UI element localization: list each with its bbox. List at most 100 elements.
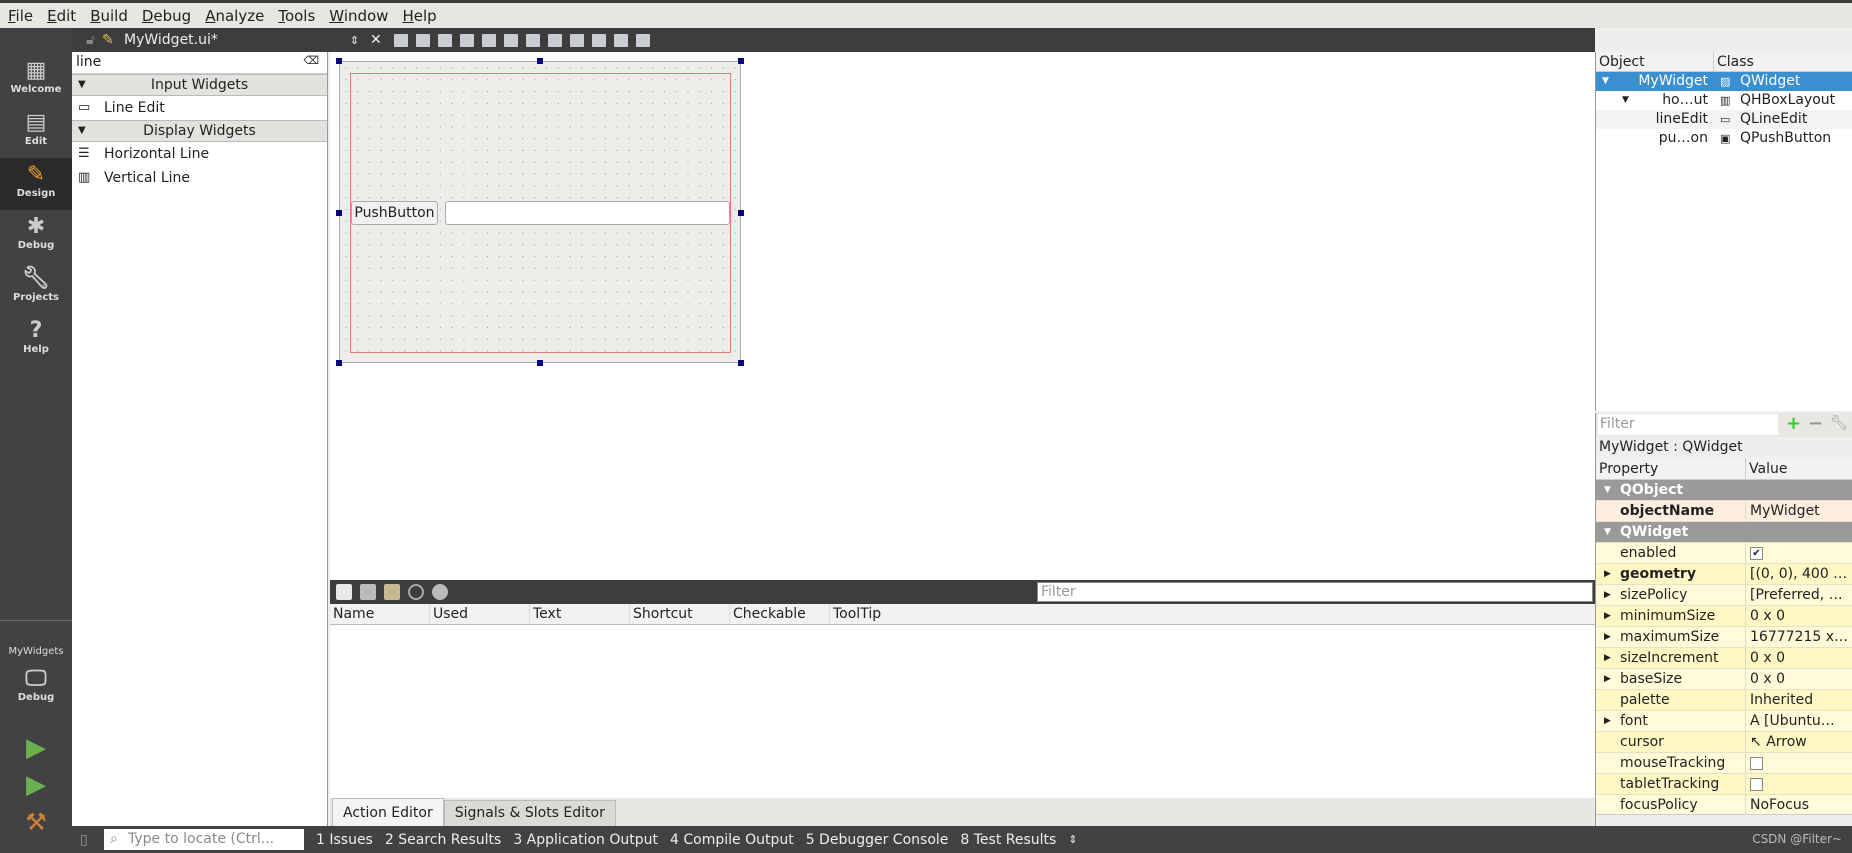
settings-gear-icon[interactable] [432,584,448,600]
resize-handle[interactable] [336,58,342,64]
debug-run-button[interactable]: ▶ [0,770,72,800]
menu-debug[interactable]: Debug [142,7,191,25]
expand-icon[interactable]: ▶ [1604,669,1611,689]
prop-minimumSize[interactable]: ▶ minimumSize 0 x 0 [1596,606,1852,627]
build-button[interactable]: ⚒ [0,808,72,836]
prop-mouseTracking[interactable]: mouseTracking [1596,753,1852,774]
mode-projects[interactable]: 🔧︎ Projects [0,266,72,318]
expand-icon[interactable]: ▶ [1604,648,1611,668]
layout-vertical-icon[interactable] [504,33,518,47]
layout-grid-icon[interactable] [592,33,606,47]
resize-handle[interactable] [336,210,342,216]
column-text[interactable]: Text [530,604,630,624]
pane-debugger-console[interactable]: 5 Debugger Console [806,832,949,848]
enabled-checkbox[interactable]: ✔ [1750,546,1763,560]
tree-row-pushbutton[interactable]: pu…on ▣ QPushButton [1596,129,1852,148]
prop-baseSize[interactable]: ▶ baseSize 0 x 0 [1596,669,1852,690]
column-object[interactable]: Object [1596,52,1714,71]
column-shortcut[interactable]: Shortcut [630,604,730,624]
adjust-size-icon[interactable] [636,33,650,47]
new-action-icon[interactable] [336,584,352,600]
layout-form-icon[interactable] [570,33,584,47]
tree-row-mywidget[interactable]: ▼ MyWidget ▨ QWidget [1596,72,1852,91]
layout-horizontal-icon[interactable] [482,33,496,47]
column-checkable[interactable]: Checkable [730,604,830,624]
resize-handle[interactable] [336,360,342,366]
prop-maximumSize[interactable]: ▶ maximumSize 16777215 x… [1596,627,1852,648]
resize-handle[interactable] [537,58,543,64]
category-input-widgets[interactable]: ▼ Input Widgets [72,74,327,96]
tab-signals-slots-editor[interactable]: Signals & Slots Editor [443,800,616,826]
column-value[interactable]: Value [1746,458,1787,479]
menu-window[interactable]: Window [329,7,388,25]
column-name[interactable]: Name [330,604,430,624]
menu-build[interactable]: Build [90,7,128,25]
action-table[interactable] [330,625,1595,798]
group-qobject[interactable]: ▼ QObject [1596,480,1852,501]
toggle-sidebar-icon[interactable]: ▯ [80,832,88,848]
column-class[interactable]: Class [1714,52,1754,71]
edit-tab-order-icon[interactable] [460,33,474,47]
run-button[interactable]: ▶ [0,733,72,763]
delete-action-icon[interactable] [408,584,424,600]
pane-application-output[interactable]: 3 Application Output [513,832,658,848]
document-switch-icon[interactable]: ⇕ [350,34,359,47]
clear-icon[interactable]: ⌫ [303,54,319,67]
menu-help[interactable]: Help [402,7,436,25]
widget-filter-input[interactable]: line ⌫ [72,52,327,74]
property-filter-input[interactable]: Filter [1598,414,1778,435]
resize-handle[interactable] [738,360,744,366]
prop-enabled[interactable]: enabled ✔ [1596,543,1852,564]
prop-tabletTracking[interactable]: tabletTracking [1596,774,1852,795]
splitter-horizontal-icon[interactable] [526,33,540,47]
pane-compile-output[interactable]: 4 Compile Output [670,832,794,848]
close-document-icon[interactable]: ✕ [370,32,382,48]
menu-edit[interactable]: Edit [47,7,76,25]
document-title[interactable]: MyWidget.ui* [124,32,218,48]
form-push-button[interactable]: PushButton [351,201,438,225]
prop-objectName[interactable]: objectName MyWidget [1596,501,1852,522]
widget-horizontal-line[interactable]: ☰ Horizontal Line [72,142,327,166]
resize-handle[interactable] [537,360,543,366]
column-property[interactable]: Property [1596,458,1746,479]
form-line-edit[interactable] [445,201,730,225]
mode-debug[interactable]: ✱ Debug [0,214,72,266]
expand-icon[interactable]: ▶ [1604,606,1611,626]
group-qwidget[interactable]: ▼ QWidget [1596,522,1852,543]
tree-row-layout[interactable]: ▼ ho…ut ▥ QHBoxLayout [1596,91,1852,110]
expand-icon[interactable]: ▼ [1602,72,1609,91]
pane-search-results[interactable]: 2 Search Results [385,832,501,848]
prop-cursor[interactable]: cursor ↖ Arrow [1596,732,1852,753]
expand-icon[interactable]: ▼ [1622,91,1629,110]
prop-palette[interactable]: palette Inherited [1596,690,1852,711]
expand-icon[interactable]: ▶ [1604,585,1611,605]
mode-edit[interactable]: ▤ Edit [0,110,72,162]
action-filter-input[interactable]: Filter [1037,582,1593,602]
pane-test-results[interactable]: 8 Test Results [960,832,1056,848]
mouse-tracking-checkbox[interactable] [1750,756,1763,770]
configure-wrench-icon[interactable]: 🔧︎ [1830,415,1848,431]
widget-vertical-line[interactable]: ▥ Vertical Line [72,166,327,190]
expand-icon[interactable]: ▶ [1604,627,1611,647]
pane-issues[interactable]: 1 Issues [316,832,373,848]
resize-handle[interactable] [738,58,744,64]
column-tooltip[interactable]: ToolTip [830,604,930,624]
widget-line-edit[interactable]: ▭ Line Edit [72,96,327,120]
kit-selector[interactable]: 🖵︎ Debug [0,666,72,716]
locator-input[interactable]: ⌕ Type to locate (Ctrl... [104,829,304,850]
copy-action-icon[interactable] [360,584,376,600]
column-used[interactable]: Used [430,604,530,624]
tablet-tracking-checkbox[interactable] [1750,777,1763,791]
category-display-widgets[interactable]: ▼ Display Widgets [72,120,327,142]
prop-sizePolicy[interactable]: ▶ sizePolicy [Preferred, … [1596,585,1852,606]
prop-focusPolicy[interactable]: focusPolicy NoFocus [1596,795,1852,816]
expand-icon[interactable]: ▶ [1604,564,1611,584]
splitter-vertical-icon[interactable] [548,33,562,47]
horizontal-scrollbar[interactable] [1596,814,1852,826]
resize-handle[interactable] [738,210,744,216]
mode-help[interactable]: ? Help [0,318,72,370]
prop-geometry[interactable]: ▶ geometry [(0, 0), 400 … [1596,564,1852,585]
break-layout-icon[interactable] [614,33,628,47]
menu-file[interactable]: File [8,7,33,25]
edit-buddies-icon[interactable] [438,33,452,47]
